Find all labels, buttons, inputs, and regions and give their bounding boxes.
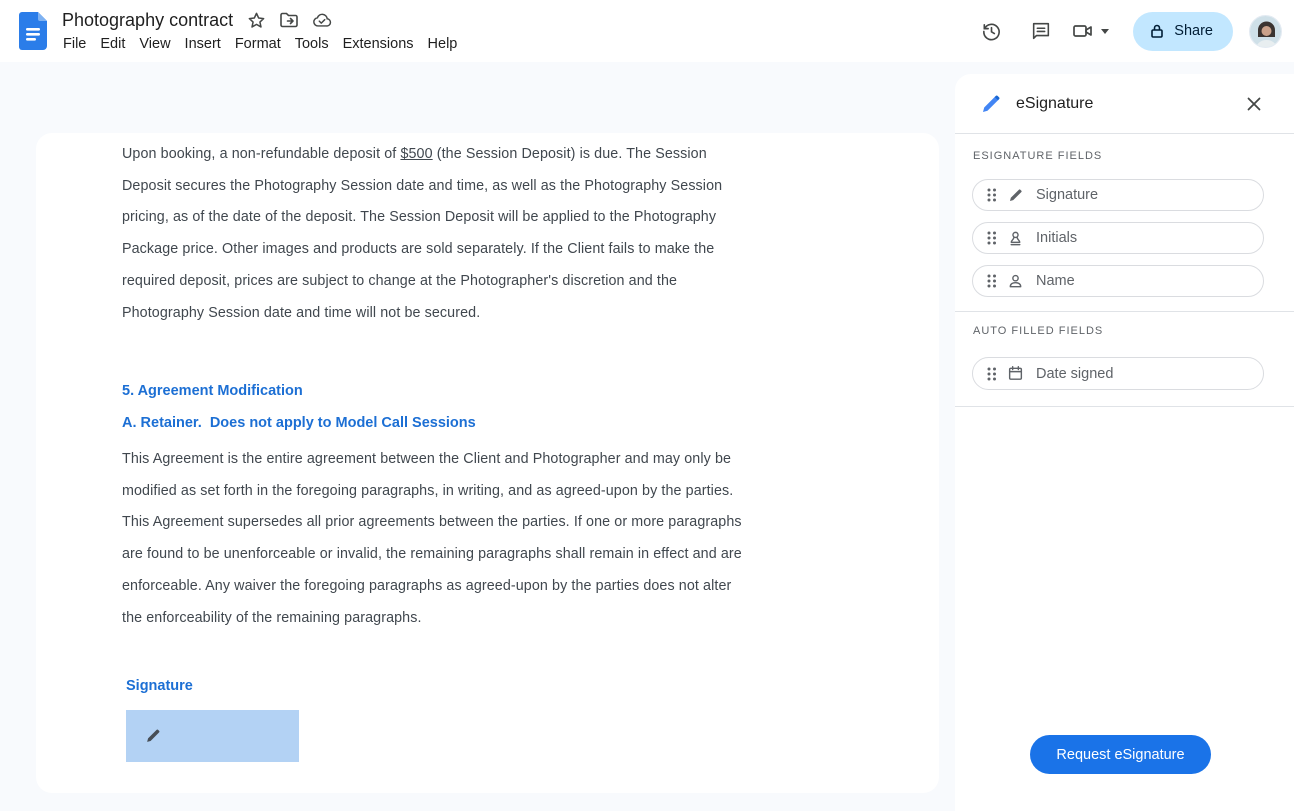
draggable-field-signature[interactable]: Signature [972, 179, 1264, 211]
field-label-initials: Initials [1036, 230, 1078, 246]
panel-title: eSignature [1016, 94, 1094, 112]
join-call-button[interactable] [1071, 19, 1110, 43]
share-button-label: Share [1174, 23, 1213, 39]
account-avatar[interactable] [1249, 14, 1282, 48]
comments-icon[interactable] [1021, 11, 1061, 51]
share-button[interactable]: Share [1133, 11, 1233, 51]
move-to-folder-icon[interactable] [279, 10, 299, 30]
person-icon [1007, 273, 1024, 290]
esignature-panel-header: eSignature [955, 74, 1294, 133]
signature-field-placeholder[interactable] [126, 710, 299, 762]
drag-handle-icon[interactable] [986, 187, 997, 203]
menu-tools[interactable]: Tools [288, 32, 336, 56]
drag-handle-icon[interactable] [986, 230, 997, 246]
document-title[interactable]: Photography contract [62, 10, 233, 31]
menu-help[interactable]: Help [421, 32, 465, 56]
request-esignature-button[interactable]: Request eSignature [1030, 735, 1211, 774]
para1-after: (the Session Deposit) is due. The Sessio… [122, 146, 727, 321]
drag-handle-icon[interactable] [986, 366, 997, 382]
menu-view[interactable]: View [132, 32, 177, 56]
version-history-icon[interactable] [971, 11, 1011, 51]
draggable-field-initials[interactable]: Initials [972, 222, 1264, 254]
initials-stamp-icon [1007, 230, 1024, 247]
menu-extensions[interactable]: Extensions [336, 32, 421, 56]
field-label-name: Name [1036, 273, 1075, 289]
section-heading-agreement-modification[interactable]: 5. Agreement Modification [122, 383, 303, 399]
cloud-saved-icon[interactable] [312, 10, 332, 30]
section-heading-retainer[interactable]: A. Retainer. Does not apply to Model Cal… [122, 415, 476, 431]
pen-icon [1007, 187, 1024, 204]
signature-section-label[interactable]: Signature [126, 678, 193, 694]
close-panel-icon[interactable] [1236, 86, 1272, 122]
contract-paragraph-entire-agreement[interactable]: This Agreement is the entire agreement b… [122, 444, 746, 634]
document-page[interactable]: Upon booking, a non-refundable deposit o… [36, 133, 939, 793]
google-docs-logo[interactable] [19, 12, 47, 50]
contract-paragraph-deposit[interactable]: Upon booking, a non-refundable deposit o… [122, 139, 746, 329]
field-label-signature: Signature [1036, 187, 1099, 203]
menu-edit[interactable]: Edit [93, 32, 132, 56]
draggable-field-date-signed[interactable]: Date signed [972, 357, 1264, 390]
menu-file[interactable]: File [56, 32, 93, 56]
drag-handle-icon[interactable] [986, 273, 997, 289]
calendar-icon [1007, 365, 1024, 382]
esignature-panel: eSignature ESIGNATURE FIELDS Signature I… [955, 74, 1294, 811]
draggable-field-name[interactable]: Name [972, 265, 1264, 297]
lock-icon [1151, 24, 1164, 38]
signature-pen-icon [147, 729, 160, 742]
esignature-fields-section-label: ESIGNATURE FIELDS [973, 150, 1103, 162]
menu-format[interactable]: Format [228, 32, 288, 56]
para1-before: Upon booking, a non-refundable deposit o… [122, 146, 401, 162]
menu-insert[interactable]: Insert [178, 32, 228, 56]
star-icon[interactable] [246, 10, 266, 30]
menu-bar: File Edit View Insert Format Tools Exten… [56, 32, 464, 56]
para1-underlined-amount: $500 [400, 146, 433, 162]
app-header: Photography contract File Edit View Inse… [0, 0, 1294, 62]
autofill-fields-section-label: AUTO FILLED FIELDS [973, 325, 1104, 337]
join-call-caret-icon [1101, 28, 1110, 34]
esignature-pen-icon [983, 95, 1000, 112]
field-label-date-signed: Date signed [1036, 365, 1114, 382]
